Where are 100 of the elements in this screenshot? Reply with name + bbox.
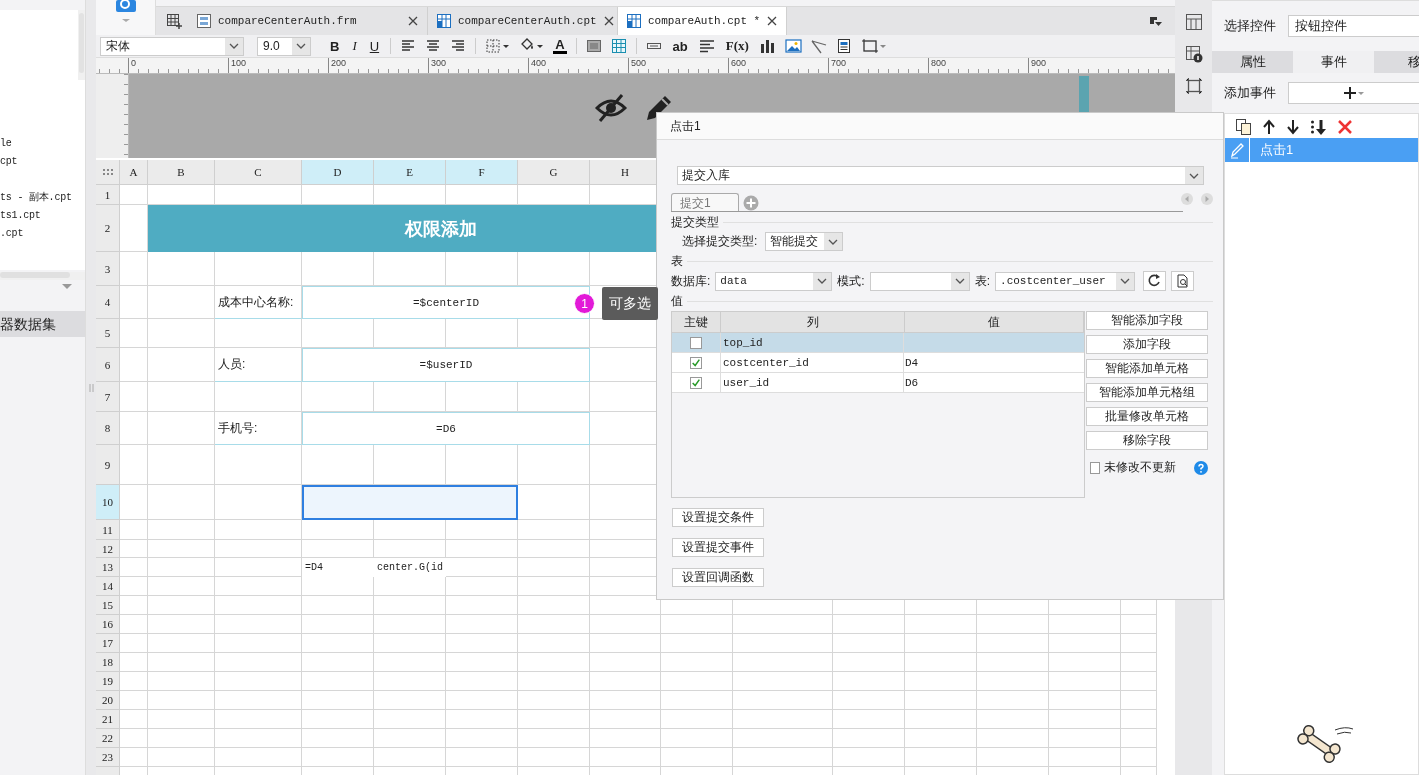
column-header[interactable]: D	[302, 160, 374, 185]
up-arrow-icon[interactable]	[1262, 119, 1276, 135]
sheet-cell[interactable]	[1049, 691, 1121, 710]
sheet-cell[interactable]	[120, 286, 148, 319]
file-tab[interactable]: compareAuth.cpt *	[618, 7, 788, 35]
column-header[interactable]: A	[120, 160, 148, 185]
sheet-cell[interactable]	[1049, 634, 1121, 653]
sheet-cell[interactable]	[518, 634, 590, 653]
row-header[interactable]: 19	[96, 672, 120, 691]
row-header[interactable]: 21	[96, 710, 120, 729]
sheet-cell[interactable]	[833, 710, 905, 729]
sheet-cell[interactable]	[661, 729, 733, 748]
collapse-arrow-icon[interactable]	[61, 283, 73, 290]
sheet-cell[interactable]	[977, 672, 1049, 691]
file-item[interactable]: le	[0, 135, 85, 153]
sheet-cell[interactable]	[302, 540, 374, 558]
sheet-cell[interactable]	[590, 691, 661, 710]
sheet-cell[interactable]	[1121, 653, 1157, 672]
sheet-cell[interactable]	[590, 634, 661, 653]
sheet-cell[interactable]	[833, 729, 905, 748]
add-tab-icon[interactable]	[743, 195, 759, 211]
row-header[interactable]: 20	[96, 691, 120, 710]
sheet-cell[interactable]	[518, 672, 590, 691]
crop-frame-icon[interactable]	[1184, 77, 1203, 95]
sheet-cell[interactable]	[148, 672, 215, 691]
sheet-cell[interactable]	[446, 691, 518, 710]
slash-icon[interactable]	[810, 38, 827, 54]
document-icon[interactable]	[835, 38, 852, 54]
align-center-icon[interactable]	[425, 38, 442, 54]
field-action-button[interactable]: 智能添加字段	[1086, 311, 1208, 330]
sheet-cell[interactable]	[120, 748, 148, 767]
underline-button[interactable]: U	[367, 38, 382, 54]
sheet-cell[interactable]	[977, 729, 1049, 748]
sheet-cell[interactable]	[374, 596, 446, 615]
sheet-cell[interactable]	[374, 748, 446, 767]
sheet-cell[interactable]	[977, 634, 1049, 653]
sheet-cell[interactable]	[120, 485, 148, 520]
settings-button[interactable]: 设置提交事件	[672, 538, 764, 557]
sheet-cell[interactable]	[120, 445, 148, 485]
sheet-cell[interactable]	[590, 710, 661, 729]
sheet-cell[interactable]	[302, 672, 374, 691]
down-arrow-icon[interactable]	[1286, 119, 1300, 135]
sheet-cell[interactable]	[302, 691, 374, 710]
field-row[interactable]: user_id D6	[672, 373, 1084, 393]
border-icon[interactable]	[485, 38, 510, 54]
row-header[interactable]: 10	[96, 485, 120, 520]
sheet-cell[interactable]	[302, 710, 374, 729]
font-select[interactable]: 宋体	[100, 36, 244, 56]
row-header[interactable]: 12	[96, 540, 120, 558]
sheet-cell[interactable]	[1049, 729, 1121, 748]
sheet-cell[interactable]	[148, 319, 215, 348]
align-left-icon[interactable]	[400, 38, 417, 54]
row-header[interactable]: 16	[96, 615, 120, 634]
sheet-cell[interactable]	[120, 615, 148, 634]
column-header[interactable]: 值	[905, 312, 1084, 332]
sheet-cell[interactable]	[446, 596, 518, 615]
sheet-cell[interactable]	[120, 672, 148, 691]
sheet-cell[interactable]	[977, 691, 1049, 710]
sheet-cell[interactable]	[977, 748, 1049, 767]
search-document-icon[interactable]	[1171, 271, 1195, 291]
help-icon[interactable]	[1194, 460, 1208, 475]
grid-dots-icon[interactable]	[101, 168, 114, 176]
bold-button[interactable]: B	[328, 38, 342, 54]
sheet-cell[interactable]	[120, 319, 148, 348]
sheet-cell[interactable]	[661, 691, 733, 710]
sheet-cell[interactable]	[148, 653, 215, 672]
sheet-cell[interactable]	[302, 748, 374, 767]
sheet-cell[interactable]	[733, 748, 833, 767]
row-header[interactable]: 13	[96, 558, 120, 577]
sheet-cell[interactable]	[120, 520, 148, 540]
sheet-cell[interactable]	[148, 577, 215, 596]
sheet-cell[interactable]	[215, 710, 302, 729]
row-header[interactable]: 14	[96, 577, 120, 596]
align-right-icon[interactable]	[450, 38, 467, 54]
sheet-cell[interactable]	[1121, 634, 1157, 653]
sheet-cell[interactable]	[1121, 710, 1157, 729]
sheet-cell[interactable]	[1049, 710, 1121, 729]
row-header[interactable]: 3	[96, 252, 120, 286]
settings-button[interactable]: 设置提交条件	[672, 508, 764, 527]
sheet-cell[interactable]	[302, 729, 374, 748]
row-header[interactable]: 6	[96, 348, 120, 382]
sheet-cell[interactable]	[518, 691, 590, 710]
sheet-cell[interactable]	[733, 634, 833, 653]
sheet-cell[interactable]	[148, 520, 215, 540]
settings-button[interactable]: 设置回调函数	[672, 568, 764, 587]
sheet-cell[interactable]	[518, 615, 590, 634]
file-item[interactable]: .cpt	[0, 225, 85, 243]
sheet-cell[interactable]	[977, 653, 1049, 672]
file-item[interactable]: cpt	[0, 153, 85, 171]
sheet-cell[interactable]	[374, 615, 446, 634]
sheet-cell[interactable]	[446, 540, 518, 558]
sheet-cell[interactable]	[215, 691, 302, 710]
frame-icon[interactable]	[860, 38, 887, 54]
file-item[interactable]: ts1.cpt	[0, 207, 85, 225]
sheet-cell[interactable]	[302, 634, 374, 653]
sheet-cell[interactable]	[661, 672, 733, 691]
sheet-cell[interactable]	[1049, 748, 1121, 767]
scrollbar[interactable]	[78, 10, 85, 80]
sheet-cell[interactable]	[905, 672, 977, 691]
sheet-cell[interactable]	[120, 729, 148, 748]
